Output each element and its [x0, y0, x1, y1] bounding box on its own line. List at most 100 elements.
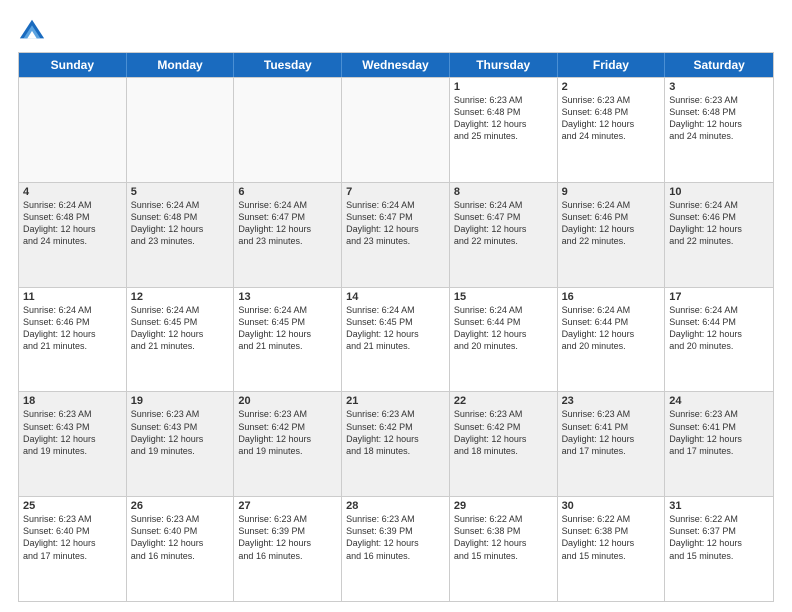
cell-info-line: Sunset: 6:44 PM [669, 316, 769, 328]
calendar-cell: 21Sunrise: 6:23 AMSunset: 6:42 PMDayligh… [342, 392, 450, 496]
cell-info-line: and 21 minutes. [131, 340, 230, 352]
day-number: 13 [238, 291, 337, 303]
calendar-cell: 9Sunrise: 6:24 AMSunset: 6:46 PMDaylight… [558, 183, 666, 287]
cell-info-line: Sunset: 6:45 PM [346, 316, 445, 328]
calendar-cell: 10Sunrise: 6:24 AMSunset: 6:46 PMDayligh… [665, 183, 773, 287]
cell-info-line: Sunset: 6:42 PM [346, 421, 445, 433]
cell-info-line: Sunset: 6:42 PM [454, 421, 553, 433]
calendar-cell: 17Sunrise: 6:24 AMSunset: 6:44 PMDayligh… [665, 288, 773, 392]
cell-info-line: Daylight: 12 hours [23, 328, 122, 340]
cell-info-line: Sunset: 6:48 PM [131, 211, 230, 223]
cell-info-line: Sunset: 6:37 PM [669, 525, 769, 537]
cell-info-line: Daylight: 12 hours [238, 537, 337, 549]
calendar-cell: 26Sunrise: 6:23 AMSunset: 6:40 PMDayligh… [127, 497, 235, 601]
cell-info-line: and 22 minutes. [454, 235, 553, 247]
cell-info-line: Sunrise: 6:24 AM [562, 304, 661, 316]
calendar-cell: 20Sunrise: 6:23 AMSunset: 6:42 PMDayligh… [234, 392, 342, 496]
cell-info-line: Sunrise: 6:23 AM [346, 513, 445, 525]
calendar-cell: 23Sunrise: 6:23 AMSunset: 6:41 PMDayligh… [558, 392, 666, 496]
calendar-week-1: 1Sunrise: 6:23 AMSunset: 6:48 PMDaylight… [19, 77, 773, 182]
cell-info-line: Daylight: 12 hours [669, 328, 769, 340]
calendar-body: 1Sunrise: 6:23 AMSunset: 6:48 PMDaylight… [19, 77, 773, 601]
cell-info-line: Sunrise: 6:23 AM [131, 408, 230, 420]
cell-info-line: Sunset: 6:47 PM [238, 211, 337, 223]
day-header-monday: Monday [127, 53, 235, 77]
cell-info-line: Sunset: 6:48 PM [562, 106, 661, 118]
cell-info-line: and 15 minutes. [669, 550, 769, 562]
calendar-cell: 7Sunrise: 6:24 AMSunset: 6:47 PMDaylight… [342, 183, 450, 287]
cell-info-line: Sunset: 6:48 PM [23, 211, 122, 223]
cell-info-line: Sunrise: 6:24 AM [131, 304, 230, 316]
calendar-cell: 18Sunrise: 6:23 AMSunset: 6:43 PMDayligh… [19, 392, 127, 496]
day-number: 21 [346, 395, 445, 407]
calendar-cell: 5Sunrise: 6:24 AMSunset: 6:48 PMDaylight… [127, 183, 235, 287]
header [18, 16, 774, 44]
calendar-cell [19, 78, 127, 182]
calendar-cell: 13Sunrise: 6:24 AMSunset: 6:45 PMDayligh… [234, 288, 342, 392]
cell-info-line: Sunrise: 6:23 AM [562, 408, 661, 420]
cell-info-line: Sunset: 6:38 PM [454, 525, 553, 537]
cell-info-line: and 23 minutes. [346, 235, 445, 247]
cell-info-line: and 18 minutes. [346, 445, 445, 457]
cell-info-line: Daylight: 12 hours [23, 433, 122, 445]
day-header-friday: Friday [558, 53, 666, 77]
cell-info-line: Daylight: 12 hours [23, 537, 122, 549]
page: SundayMondayTuesdayWednesdayThursdayFrid… [0, 0, 792, 612]
day-number: 8 [454, 186, 553, 198]
cell-info-line: and 19 minutes. [23, 445, 122, 457]
cell-info-line: and 19 minutes. [238, 445, 337, 457]
calendar-cell [127, 78, 235, 182]
cell-info-line: Daylight: 12 hours [238, 223, 337, 235]
cell-info-line: Sunset: 6:45 PM [131, 316, 230, 328]
cell-info-line: Daylight: 12 hours [454, 433, 553, 445]
cell-info-line: and 19 minutes. [131, 445, 230, 457]
cell-info-line: Sunrise: 6:23 AM [669, 94, 769, 106]
cell-info-line: and 22 minutes. [669, 235, 769, 247]
cell-info-line: Sunset: 6:41 PM [562, 421, 661, 433]
calendar-cell [234, 78, 342, 182]
day-number: 30 [562, 500, 661, 512]
cell-info-line: and 24 minutes. [23, 235, 122, 247]
cell-info-line: and 15 minutes. [454, 550, 553, 562]
day-number: 16 [562, 291, 661, 303]
cell-info-line: Daylight: 12 hours [346, 223, 445, 235]
cell-info-line: and 16 minutes. [131, 550, 230, 562]
calendar-cell: 30Sunrise: 6:22 AMSunset: 6:38 PMDayligh… [558, 497, 666, 601]
day-number: 1 [454, 81, 553, 93]
cell-info-line: Daylight: 12 hours [131, 328, 230, 340]
cell-info-line: Daylight: 12 hours [131, 223, 230, 235]
calendar-cell [342, 78, 450, 182]
calendar-cell: 15Sunrise: 6:24 AMSunset: 6:44 PMDayligh… [450, 288, 558, 392]
cell-info-line: Sunrise: 6:24 AM [238, 304, 337, 316]
cell-info-line: Sunset: 6:43 PM [131, 421, 230, 433]
cell-info-line: Sunrise: 6:23 AM [23, 408, 122, 420]
cell-info-line: Daylight: 12 hours [562, 537, 661, 549]
cell-info-line: and 24 minutes. [562, 130, 661, 142]
logo-icon [18, 16, 46, 44]
calendar-cell: 14Sunrise: 6:24 AMSunset: 6:45 PMDayligh… [342, 288, 450, 392]
day-number: 3 [669, 81, 769, 93]
cell-info-line: Daylight: 12 hours [454, 118, 553, 130]
calendar-week-4: 18Sunrise: 6:23 AMSunset: 6:43 PMDayligh… [19, 391, 773, 496]
cell-info-line: Sunset: 6:45 PM [238, 316, 337, 328]
cell-info-line: and 21 minutes. [23, 340, 122, 352]
day-header-thursday: Thursday [450, 53, 558, 77]
cell-info-line: Sunrise: 6:24 AM [346, 304, 445, 316]
day-header-wednesday: Wednesday [342, 53, 450, 77]
day-number: 10 [669, 186, 769, 198]
cell-info-line: Sunrise: 6:23 AM [131, 513, 230, 525]
day-number: 29 [454, 500, 553, 512]
day-number: 11 [23, 291, 122, 303]
day-number: 17 [669, 291, 769, 303]
cell-info-line: and 21 minutes. [346, 340, 445, 352]
cell-info-line: Sunset: 6:39 PM [346, 525, 445, 537]
cell-info-line: Daylight: 12 hours [346, 537, 445, 549]
cell-info-line: Sunset: 6:46 PM [23, 316, 122, 328]
cell-info-line: Sunrise: 6:22 AM [562, 513, 661, 525]
cell-info-line: Sunset: 6:38 PM [562, 525, 661, 537]
cell-info-line: Daylight: 12 hours [669, 118, 769, 130]
cell-info-line: and 20 minutes. [454, 340, 553, 352]
cell-info-line: Sunset: 6:48 PM [454, 106, 553, 118]
cell-info-line: Sunset: 6:48 PM [669, 106, 769, 118]
cell-info-line: and 18 minutes. [454, 445, 553, 457]
